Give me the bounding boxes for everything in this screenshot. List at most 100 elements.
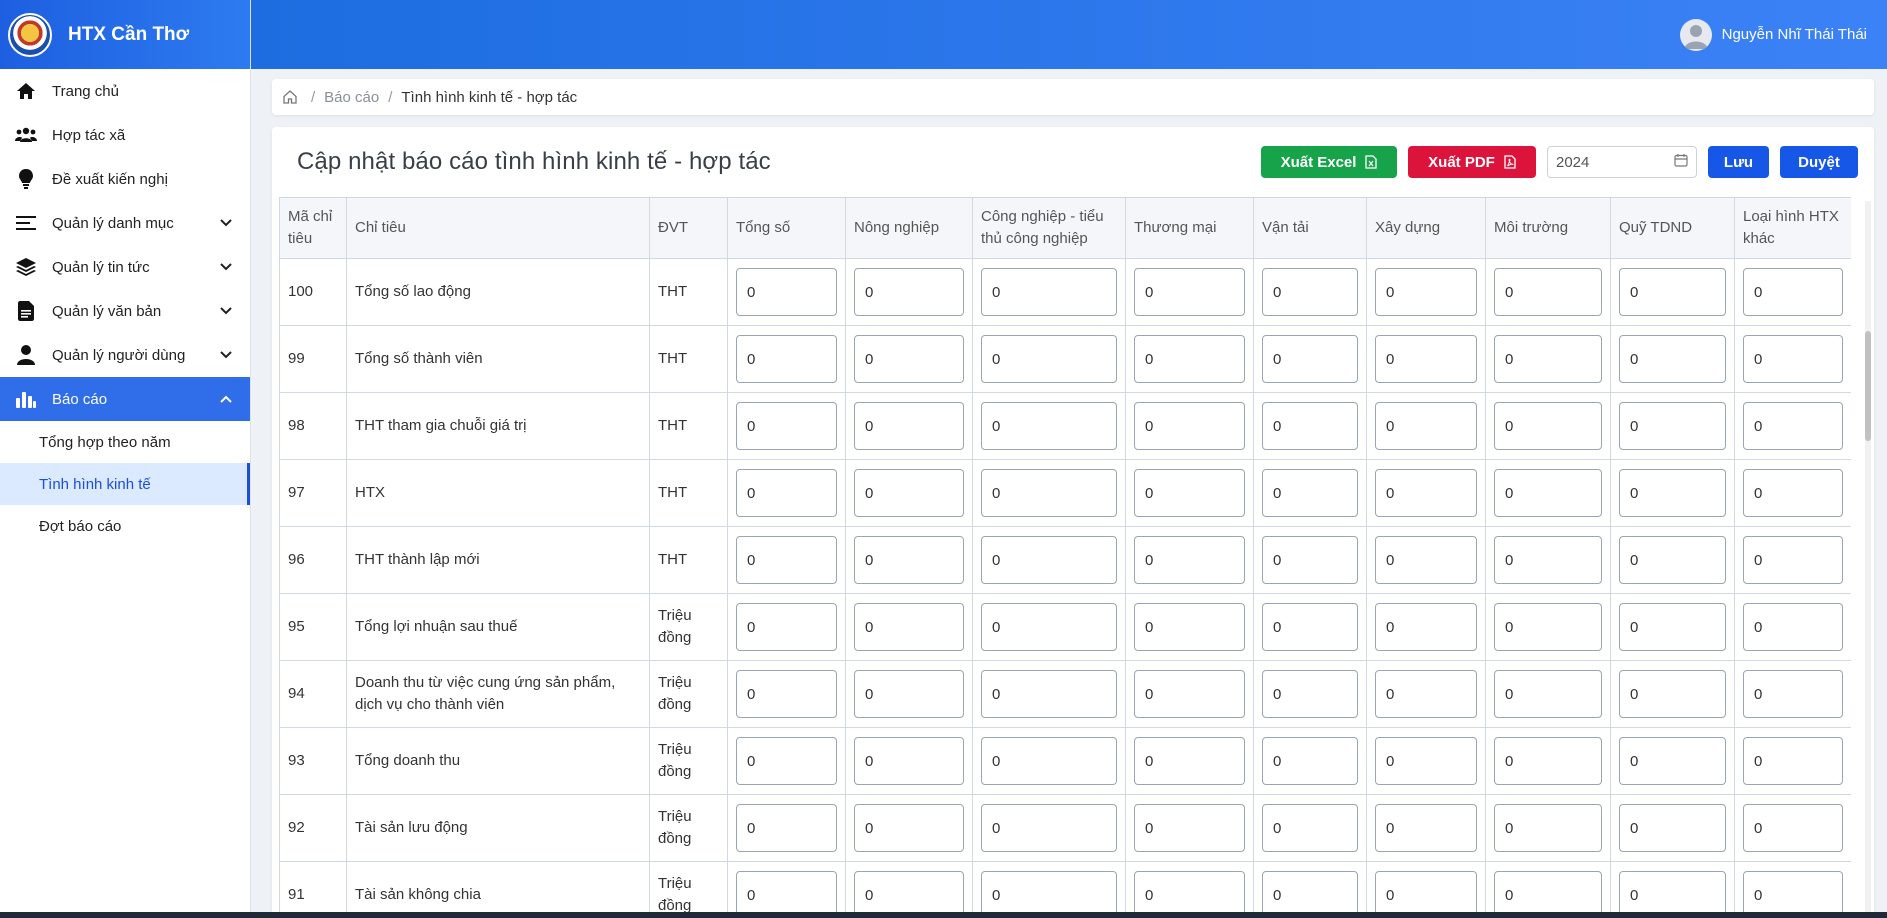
value-input[interactable]: [1743, 536, 1843, 584]
value-input[interactable]: [854, 737, 964, 785]
submenu-item-report-periods[interactable]: Đợt báo cáo: [0, 505, 250, 547]
value-input[interactable]: [736, 335, 837, 383]
value-input[interactable]: [854, 603, 964, 651]
value-input[interactable]: [1743, 737, 1843, 785]
value-input[interactable]: [1375, 804, 1477, 852]
value-input[interactable]: [981, 871, 1117, 912]
value-input[interactable]: [854, 804, 964, 852]
value-input[interactable]: [1494, 871, 1602, 912]
value-input[interactable]: [1134, 603, 1245, 651]
value-input[interactable]: [1619, 268, 1726, 316]
value-input[interactable]: [1743, 268, 1843, 316]
sidebar-item-news[interactable]: Quản lý tin tức: [0, 245, 250, 289]
value-input[interactable]: [1743, 469, 1843, 517]
value-input[interactable]: [1743, 335, 1843, 383]
scrollbar-thumb[interactable]: [1865, 331, 1871, 441]
value-input[interactable]: [1743, 402, 1843, 450]
value-input[interactable]: [1262, 335, 1358, 383]
value-input[interactable]: [1619, 804, 1726, 852]
year-picker[interactable]: 2024: [1547, 146, 1697, 178]
value-input[interactable]: [1619, 536, 1726, 584]
value-input[interactable]: [1494, 335, 1602, 383]
value-input[interactable]: [1134, 402, 1245, 450]
value-input[interactable]: [1134, 268, 1245, 316]
value-input[interactable]: [1375, 469, 1477, 517]
value-input[interactable]: [981, 670, 1117, 718]
value-input[interactable]: [981, 268, 1117, 316]
sidebar-item-home[interactable]: Trang chủ: [0, 69, 250, 113]
sidebar-item-documents[interactable]: Quản lý văn bản: [0, 289, 250, 333]
value-input[interactable]: [1743, 871, 1843, 912]
value-input[interactable]: [1619, 603, 1726, 651]
value-input[interactable]: [1494, 402, 1602, 450]
value-input[interactable]: [1134, 536, 1245, 584]
value-input[interactable]: [1262, 603, 1358, 651]
value-input[interactable]: [1262, 469, 1358, 517]
home-icon[interactable]: [278, 85, 302, 109]
value-input[interactable]: [1619, 469, 1726, 517]
submenu-item-yearly-summary[interactable]: Tổng hợp theo năm: [0, 421, 250, 463]
value-input[interactable]: [854, 268, 964, 316]
value-input[interactable]: [1375, 335, 1477, 383]
value-input[interactable]: [981, 469, 1117, 517]
value-input[interactable]: [1743, 670, 1843, 718]
value-input[interactable]: [981, 536, 1117, 584]
export-excel-button[interactable]: Xuất Excel: [1261, 146, 1397, 178]
value-input[interactable]: [1134, 804, 1245, 852]
value-input[interactable]: [1134, 670, 1245, 718]
value-input[interactable]: [1494, 804, 1602, 852]
value-input[interactable]: [1494, 536, 1602, 584]
value-input[interactable]: [1619, 402, 1726, 450]
sidebar-item-cooperatives[interactable]: Hợp tác xã: [0, 113, 250, 157]
value-input[interactable]: [736, 871, 837, 912]
value-input[interactable]: [1375, 871, 1477, 912]
vertical-scrollbar[interactable]: [1865, 201, 1871, 912]
sidebar-item-categories[interactable]: Quản lý danh mục: [0, 201, 250, 245]
approve-button[interactable]: Duyệt: [1780, 146, 1858, 178]
value-input[interactable]: [736, 402, 837, 450]
value-input[interactable]: [1262, 804, 1358, 852]
value-input[interactable]: [1743, 603, 1843, 651]
value-input[interactable]: [1619, 670, 1726, 718]
value-input[interactable]: [854, 536, 964, 584]
brand[interactable]: HTX Cần Thơ: [0, 0, 250, 69]
value-input[interactable]: [1494, 670, 1602, 718]
value-input[interactable]: [854, 335, 964, 383]
user-menu[interactable]: Nguyễn Nhĩ Thái Thái: [1679, 18, 1867, 51]
value-input[interactable]: [1134, 871, 1245, 912]
value-input[interactable]: [1375, 402, 1477, 450]
value-input[interactable]: [736, 268, 837, 316]
value-input[interactable]: [981, 737, 1117, 785]
calendar-icon[interactable]: [1674, 153, 1688, 171]
sidebar-item-proposals[interactable]: Đề xuất kiến nghị: [0, 157, 250, 201]
value-input[interactable]: [1619, 737, 1726, 785]
value-input[interactable]: [1619, 335, 1726, 383]
value-input[interactable]: [1743, 804, 1843, 852]
value-input[interactable]: [1134, 335, 1245, 383]
save-button[interactable]: Lưu: [1708, 146, 1769, 178]
value-input[interactable]: [981, 603, 1117, 651]
value-input[interactable]: [981, 804, 1117, 852]
value-input[interactable]: [1134, 737, 1245, 785]
value-input[interactable]: [736, 737, 837, 785]
value-input[interactable]: [1262, 737, 1358, 785]
breadcrumb-link-reports[interactable]: Báo cáo: [324, 89, 379, 106]
value-input[interactable]: [981, 402, 1117, 450]
value-input[interactable]: [1262, 670, 1358, 718]
export-pdf-button[interactable]: Xuất PDF: [1408, 146, 1536, 178]
value-input[interactable]: [1375, 670, 1477, 718]
value-input[interactable]: [1375, 268, 1477, 316]
value-input[interactable]: [736, 603, 837, 651]
value-input[interactable]: [1375, 536, 1477, 584]
value-input[interactable]: [1262, 871, 1358, 912]
sidebar-item-users[interactable]: Quản lý người dùng: [0, 333, 250, 377]
value-input[interactable]: [736, 670, 837, 718]
value-input[interactable]: [854, 469, 964, 517]
value-input[interactable]: [1494, 737, 1602, 785]
value-input[interactable]: [1494, 268, 1602, 316]
value-input[interactable]: [854, 871, 964, 912]
value-input[interactable]: [736, 469, 837, 517]
sidebar-item-reports[interactable]: Báo cáo: [0, 377, 250, 421]
value-input[interactable]: [1262, 402, 1358, 450]
value-input[interactable]: [854, 670, 964, 718]
